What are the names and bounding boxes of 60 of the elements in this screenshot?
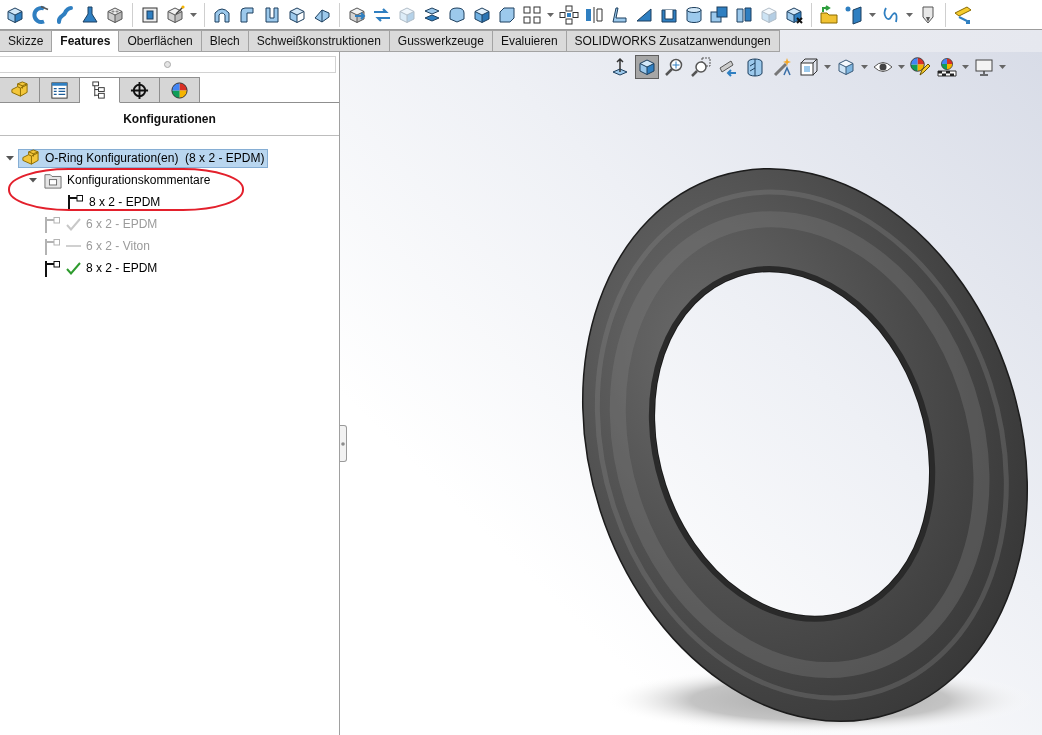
cylinder-icon[interactable] — [684, 4, 704, 25]
quartered-circle-icon[interactable] — [170, 80, 189, 100]
caret-down-icon[interactable] — [999, 65, 1006, 69]
flask-icon[interactable] — [80, 4, 100, 25]
ribbon-tab[interactable]: Gusswerkzeuge — [389, 30, 493, 52]
ribbon-tab[interactable]: Evaluieren — [492, 30, 567, 52]
panel-tab[interactable] — [120, 77, 160, 103]
s-curve-icon[interactable] — [55, 4, 75, 25]
tree-item[interactable]: O-Ring Konfiguration(en) (8 x 2 - EPDM) — [18, 148, 269, 168]
ribbon-tab[interactable]: Skizze — [0, 30, 53, 52]
caret-down-icon[interactable] — [190, 12, 197, 17]
caret-down-icon[interactable] — [6, 154, 14, 162]
split-block-icon[interactable] — [734, 4, 754, 25]
branch-icon — [44, 215, 61, 233]
folder-icon — [44, 171, 62, 189]
mirror-icon[interactable] — [584, 4, 604, 25]
panel-title: Konfigurationen — [0, 103, 339, 136]
chamfer-block-icon[interactable] — [497, 4, 517, 25]
corner-block-icon[interactable] — [237, 4, 257, 25]
square-grid-icon[interactable] — [522, 4, 542, 25]
caret-down-icon[interactable] — [547, 12, 554, 17]
panel-tab[interactable] — [40, 77, 80, 103]
ribbon-tab[interactable]: Oberflächen — [119, 30, 202, 52]
list-icon[interactable] — [50, 80, 69, 100]
caret-down-icon[interactable] — [861, 65, 868, 69]
crosshair-icon[interactable] — [130, 80, 149, 100]
pattern-icon[interactable] — [559, 4, 579, 25]
tree-item[interactable]: 8 x 2 - EPDM — [41, 258, 162, 278]
c-curve-icon[interactable] — [30, 4, 50, 25]
tree-item[interactable]: 8 x 2 - EPDM — [64, 192, 165, 212]
dot-panel-icon[interactable] — [844, 4, 864, 25]
ruler-arrow-icon[interactable] — [953, 4, 973, 25]
caret-down-icon[interactable] — [898, 65, 905, 69]
caret-down-icon[interactable] — [962, 65, 969, 69]
wand-cube-icon[interactable] — [165, 4, 185, 25]
caret-down-icon[interactable] — [824, 65, 831, 69]
u-block-icon[interactable] — [262, 4, 282, 25]
caret-down-icon[interactable] — [869, 12, 876, 17]
block-icon — [21, 148, 40, 168]
ribbon-tab[interactable]: SOLIDWORKS Zusatzanwendungen — [566, 30, 780, 52]
ribbon-tab[interactable]: Features — [52, 30, 120, 52]
caret-down-icon[interactable] — [29, 176, 37, 184]
branch-icon — [44, 237, 61, 255]
panel-tab[interactable] — [80, 77, 120, 103]
l-bracket-icon[interactable] — [609, 4, 629, 25]
splitter-handle[interactable] — [340, 425, 347, 462]
ribbon-tab[interactable]: Schweißkonstruktionen — [248, 30, 390, 52]
ribbon-tab[interactable]: Blech — [201, 30, 249, 52]
branch-icon — [67, 193, 84, 211]
block-icon[interactable] — [10, 80, 29, 100]
caret-down-icon[interactable] — [906, 12, 913, 17]
square-frame-icon[interactable] — [140, 4, 160, 25]
grip-dot-icon — [341, 441, 345, 446]
grip-dot-icon — [164, 61, 171, 68]
branch-icon — [44, 259, 61, 277]
rounded-block-icon[interactable] — [447, 4, 467, 25]
overlapping-squares-icon[interactable] — [709, 4, 729, 25]
folder-arrow-icon[interactable] — [819, 4, 839, 25]
tree-item[interactable]: Konfigurationskommentare — [41, 170, 215, 190]
3d-viewport[interactable] — [340, 52, 1042, 735]
